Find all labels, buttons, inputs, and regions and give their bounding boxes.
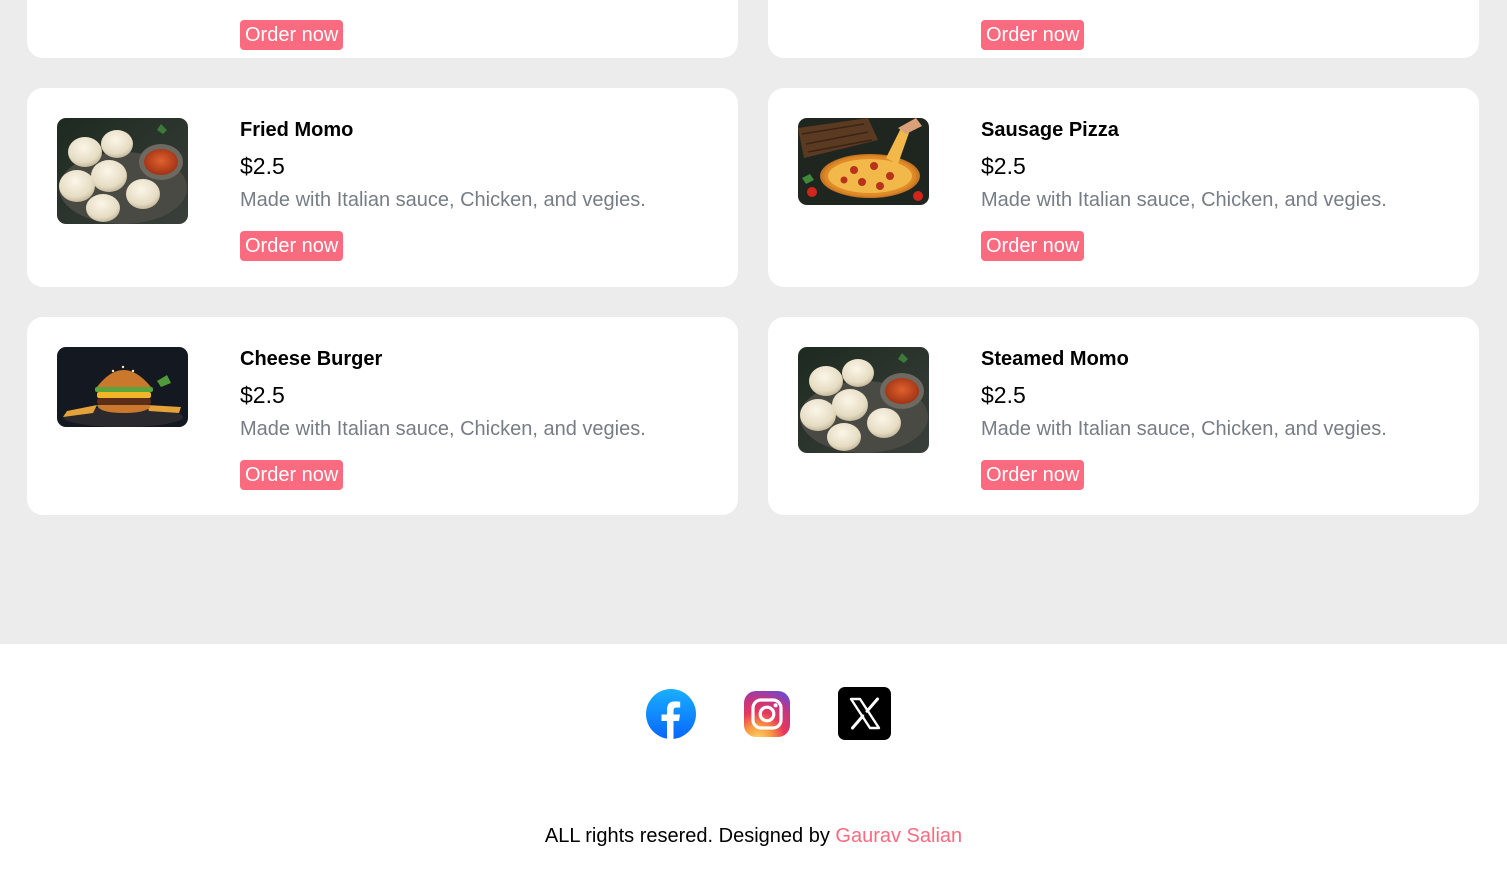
- item-name: Cheese Burger: [240, 348, 383, 370]
- pizza-photo: [798, 118, 929, 205]
- momo-photo: [798, 347, 929, 453]
- item-description: Made with Italian sauce, Chicken, and ve…: [240, 189, 646, 211]
- item-price: $2.5: [240, 153, 285, 179]
- menu-card-partial: Order now: [27, 0, 738, 58]
- item-name: Steamed Momo: [981, 348, 1129, 370]
- instagram-icon[interactable]: [744, 691, 790, 737]
- menu-section: Order now Order now Fried Momo $2.5 Made…: [0, 0, 1507, 644]
- item-price: $2.5: [240, 382, 285, 408]
- item-name: Fried Momo: [240, 119, 354, 141]
- copyright-text: ALL rights resered. Designed by Gaurav S…: [0, 824, 1507, 848]
- item-price: $2.5: [981, 382, 1026, 408]
- menu-card: Fried Momo $2.5 Made with Italian sauce,…: [27, 88, 738, 287]
- designer-link[interactable]: Gaurav Salian: [835, 825, 962, 847]
- footer: ALL rights resered. Designed by Gaurav S…: [0, 644, 1507, 886]
- item-description: Made with Italian sauce, Chicken, and ve…: [240, 418, 646, 440]
- copyright-prefix: ALL rights resered. Designed by: [544, 825, 836, 847]
- menu-card: Cheese Burger $2.5 Made with Italian sau…: [27, 317, 738, 515]
- momo-photo: [57, 118, 188, 224]
- burger-photo: [57, 347, 188, 427]
- order-now-button[interactable]: Order now: [981, 20, 1085, 50]
- menu-card: Steamed Momo $2.5 Made with Italian sauc…: [768, 317, 1479, 515]
- order-now-button[interactable]: Order now: [240, 231, 344, 261]
- order-now-button[interactable]: Order now: [981, 460, 1085, 490]
- order-now-button[interactable]: Order now: [240, 460, 344, 490]
- order-now-button[interactable]: Order now: [981, 231, 1085, 261]
- x-twitter-icon[interactable]: [838, 687, 891, 740]
- menu-card-partial: Order now: [768, 0, 1479, 58]
- item-price: $2.5: [981, 153, 1026, 179]
- item-description: Made with Italian sauce, Chicken, and ve…: [981, 189, 1387, 211]
- item-description: Made with Italian sauce, Chicken, and ve…: [981, 418, 1387, 440]
- menu-card: Sausage Pizza $2.5 Made with Italian sau…: [768, 88, 1479, 287]
- order-now-button[interactable]: Order now: [240, 20, 344, 50]
- item-name: Sausage Pizza: [981, 119, 1119, 141]
- facebook-icon[interactable]: [646, 689, 696, 739]
